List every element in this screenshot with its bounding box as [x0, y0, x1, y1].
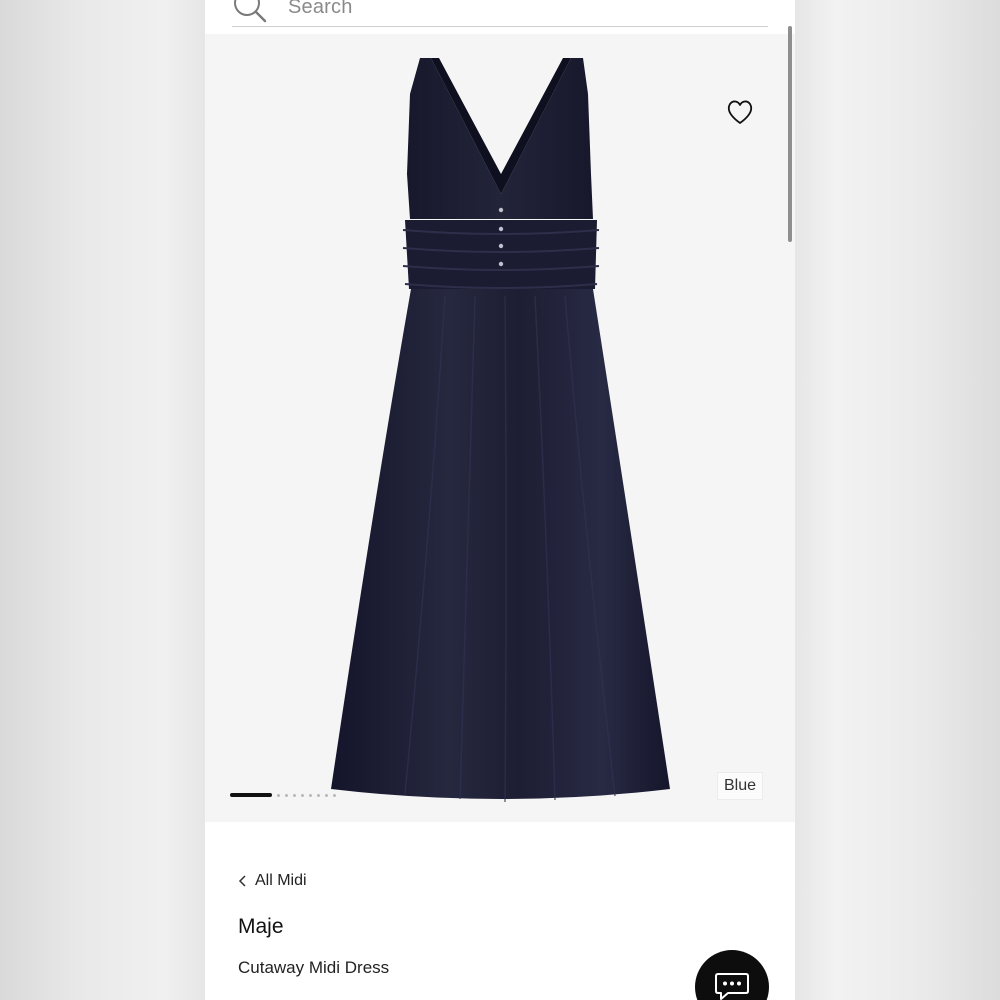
search-bar[interactable]: Search: [232, 0, 768, 27]
carousel-dot-active[interactable]: [230, 793, 272, 797]
background-left: [0, 0, 205, 1000]
carousel-dot[interactable]: [309, 793, 312, 797]
carousel-dot[interactable]: [285, 793, 288, 797]
search-icon: [234, 0, 267, 23]
chat-button[interactable]: [695, 950, 769, 1000]
breadcrumb-label: All Midi: [255, 872, 307, 889]
app-screen: Search Blue All Midi Maje Cutaway Midi D…: [205, 0, 795, 1000]
brand-name[interactable]: Maje: [238, 915, 284, 939]
chat-icon: [715, 973, 749, 1000]
product-image[interactable]: Blue: [205, 34, 795, 822]
scrollbar[interactable]: [788, 26, 792, 242]
carousel-dot[interactable]: [293, 793, 296, 797]
carousel-indicator[interactable]: [230, 792, 341, 798]
carousel-dot[interactable]: [325, 793, 328, 797]
heart-icon[interactable]: [725, 98, 755, 126]
color-badge: Blue: [717, 772, 764, 800]
carousel-dot[interactable]: [277, 793, 280, 797]
breadcrumb-back-link[interactable]: All Midi: [238, 872, 307, 890]
carousel-dot[interactable]: [333, 793, 336, 797]
background-right: [795, 0, 1000, 1000]
product-title: Cutaway Midi Dress: [238, 958, 390, 977]
carousel-dot[interactable]: [301, 793, 304, 797]
search-input[interactable]: Search: [288, 0, 353, 19]
chevron-left-icon: [238, 875, 246, 887]
dress-image: [331, 58, 670, 803]
carousel-dot[interactable]: [317, 793, 320, 797]
